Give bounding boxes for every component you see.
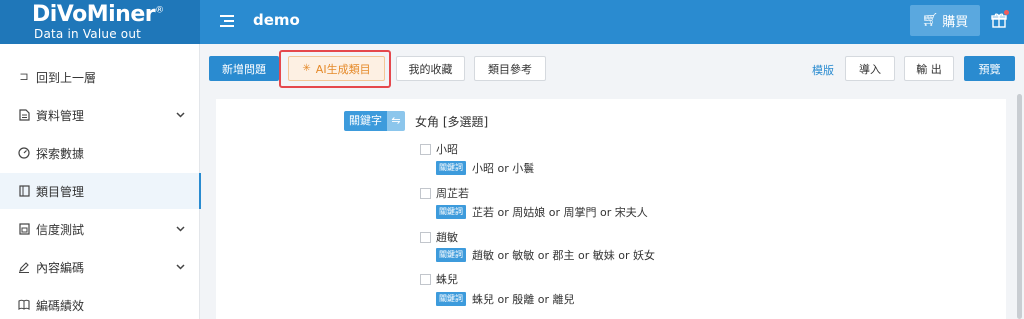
book-icon bbox=[18, 299, 30, 311]
keyword-row: 關鍵詞 小昭 or 小鬟 bbox=[436, 160, 534, 176]
logo-tagline: Data in Value out bbox=[34, 27, 142, 41]
logo[interactable]: DiVoMiner® Data in Value out bbox=[0, 0, 200, 44]
buy-label: 購買 bbox=[942, 15, 969, 30]
option-label: 蛛兒 bbox=[436, 273, 458, 286]
document-icon bbox=[18, 109, 30, 121]
sidebar-item-label: 編碼績效 bbox=[36, 298, 85, 313]
pen-icon bbox=[18, 261, 30, 273]
buy-button[interactable]: 🛒︎ 購買 bbox=[910, 5, 980, 36]
keyword-row: 關鍵詞 趙敏 or 敏敏 or 郡主 or 敏妹 or 妖女 bbox=[436, 247, 655, 263]
logo-wordmark: DiVoMiner® bbox=[32, 2, 164, 27]
export-button[interactable]: 輸 出 bbox=[904, 56, 954, 81]
keyword-row: 關鍵詞 蛛兒 or 殷離 or 離兒 bbox=[436, 291, 575, 307]
notification-dot bbox=[1004, 10, 1009, 15]
cart-icon: 🛒︎ bbox=[921, 13, 939, 28]
sidebar-item-label: 內容編碼 bbox=[36, 260, 85, 275]
checkbox[interactable] bbox=[420, 273, 431, 285]
ai-generate-category-button[interactable]: ✳ AI生成類目 bbox=[288, 56, 385, 81]
chevron-down-icon[interactable] bbox=[176, 224, 185, 235]
option-label: 小昭 bbox=[436, 143, 458, 156]
checkbox[interactable] bbox=[420, 143, 431, 155]
back-icon: ⊐ bbox=[19, 70, 29, 83]
sidebar-item-label: 回到上一層 bbox=[36, 70, 97, 85]
question-title: 女角 [多選題] bbox=[415, 115, 489, 129]
chevron-down-icon[interactable] bbox=[176, 262, 185, 273]
keyword-badge: 關鍵詞 bbox=[436, 292, 466, 306]
checkbox[interactable] bbox=[420, 187, 431, 199]
swap-icon[interactable]: ⇋ bbox=[387, 111, 405, 131]
keyword-text: 小昭 or 小鬟 bbox=[472, 162, 535, 175]
my-favorites-button[interactable]: 我的收藏 bbox=[396, 56, 465, 81]
keyword-tag-label: 關鍵字 bbox=[344, 111, 387, 131]
scrollbar[interactable] bbox=[1017, 94, 1022, 319]
sidebar-item-reliability-test[interactable]: 信度測試 bbox=[0, 211, 200, 247]
menu-toggle-icon[interactable] bbox=[220, 13, 236, 29]
import-button[interactable]: 導入 bbox=[845, 56, 895, 81]
keyword-text: 蛛兒 or 殷離 or 離兒 bbox=[472, 293, 575, 306]
sidebar-item-label: 探索數據 bbox=[36, 146, 85, 161]
keyword-text: 趙敏 or 敏敏 or 郡主 or 敏妹 or 妖女 bbox=[472, 249, 655, 262]
preview-button[interactable]: 預覽 bbox=[964, 56, 1015, 81]
project-name: demo bbox=[253, 11, 300, 29]
sidebar-item-label: 類目管理 bbox=[36, 184, 85, 199]
sidebar-item-coding-performance[interactable]: 編碼績效 bbox=[0, 287, 200, 319]
option-checkbox-row[interactable]: 趙敏 bbox=[420, 229, 458, 245]
sidebar-item-content-coding[interactable]: 內容編碼 bbox=[0, 249, 200, 285]
template-link[interactable]: 模版 bbox=[812, 62, 834, 78]
keyword-row: 關鍵詞 芷若 or 周姑娘 or 周掌門 or 宋夫人 bbox=[436, 204, 648, 220]
option-label: 周芷若 bbox=[436, 187, 469, 200]
new-question-button[interactable]: 新增問題 bbox=[209, 56, 279, 81]
keyword-badge: 關鍵詞 bbox=[436, 248, 466, 262]
keyword-badge: 關鍵詞 bbox=[436, 161, 466, 175]
sidebar-item-back[interactable]: ⊐ 回到上一層 bbox=[0, 59, 200, 95]
sidebar-item-data-management[interactable]: 資料管理 bbox=[0, 97, 200, 133]
category-icon bbox=[18, 185, 30, 197]
sidebar: ⊐ 回到上一層 資料管理 探索數據 類目管理 信度測試 內容編碼 編碼績效 bbox=[0, 44, 201, 319]
sidebar-item-label: 資料管理 bbox=[36, 108, 85, 123]
keyword-text: 芷若 or 周姑娘 or 周掌門 or 宋夫人 bbox=[472, 206, 648, 219]
test-icon bbox=[18, 223, 30, 235]
keyword-badge: 關鍵詞 bbox=[436, 205, 466, 219]
sidebar-item-label: 信度測試 bbox=[36, 222, 85, 237]
chevron-down-icon[interactable] bbox=[176, 110, 185, 121]
sidebar-item-explore-data[interactable]: 探索數據 bbox=[0, 135, 200, 171]
option-checkbox-row[interactable]: 蛛兒 bbox=[420, 271, 458, 287]
gauge-icon bbox=[18, 147, 30, 159]
ai-generate-label: AI生成類目 bbox=[315, 62, 371, 76]
sidebar-item-category-management[interactable]: 類目管理 bbox=[0, 173, 201, 209]
option-checkbox-row[interactable]: 周芷若 bbox=[420, 185, 469, 201]
sparkle-icon: ✳ bbox=[302, 63, 311, 74]
category-reference-button[interactable]: 類目參考 bbox=[474, 56, 546, 81]
option-checkbox-row[interactable]: 小昭 bbox=[420, 141, 458, 157]
checkbox[interactable] bbox=[420, 231, 431, 243]
top-header: DiVoMiner® Data in Value out demo 🛒︎ 購買 bbox=[0, 0, 1024, 44]
option-label: 趙敏 bbox=[436, 231, 458, 244]
question-type-tag[interactable]: 關鍵字 ⇋ bbox=[344, 111, 405, 131]
